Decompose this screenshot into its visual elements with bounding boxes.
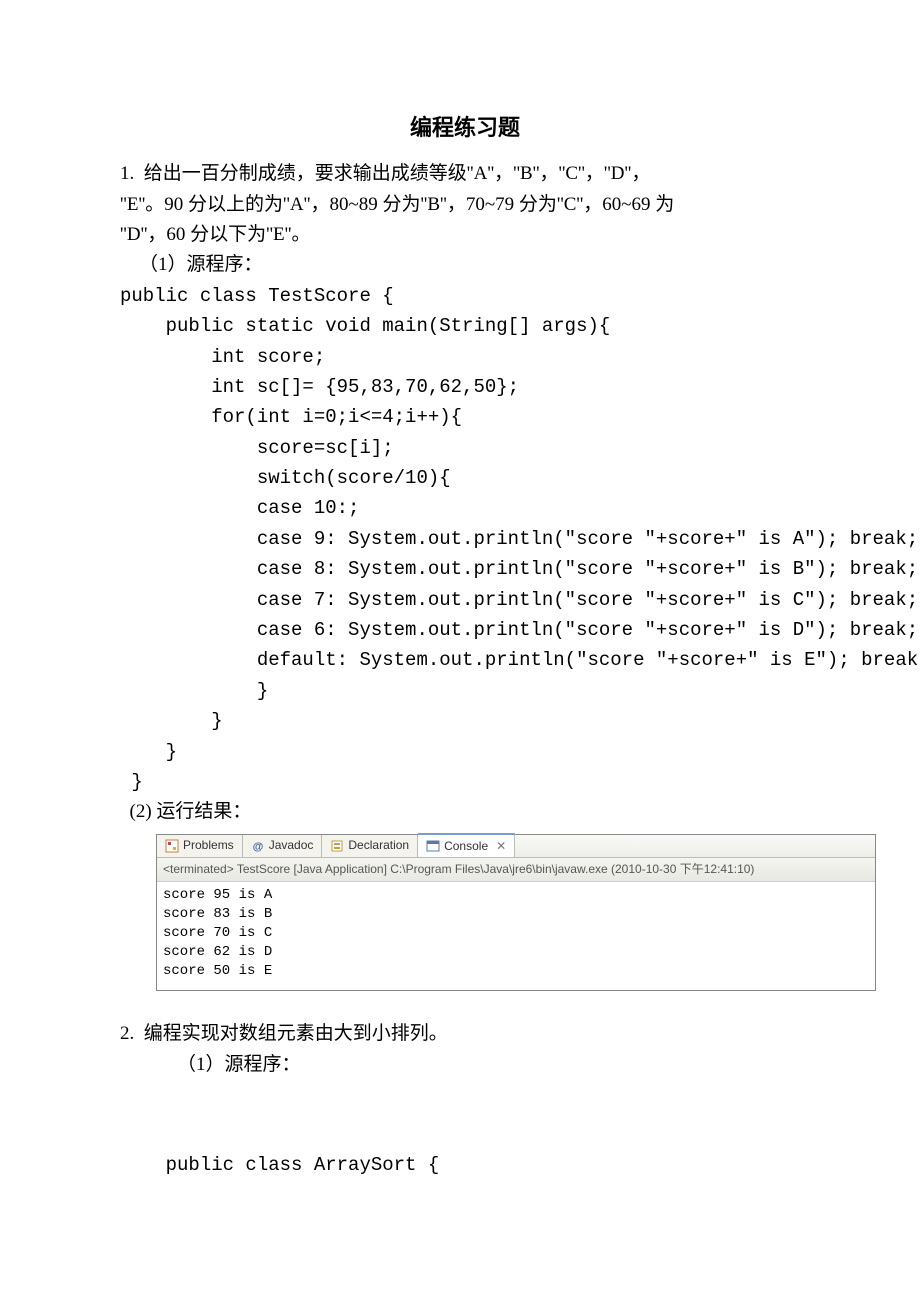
page-title: 编程练习题 <box>120 110 810 145</box>
code-line: int score; <box>120 342 810 372</box>
problems-icon <box>165 839 179 853</box>
console-output: score 95 is A score 83 is B score 70 is … <box>157 882 875 990</box>
ide-tabbar: Problems @ Javadoc Declaration Console ✕ <box>157 835 875 858</box>
tab-label: Problems <box>183 836 234 855</box>
document-page: 编程练习题 1. 给出一百分制成绩，要求输出成绩等级''A''，''B''，''… <box>0 0 920 1302</box>
q1-sub2: (2) 运行结果： <box>120 797 810 827</box>
svg-text:@: @ <box>252 841 263 853</box>
code-line: switch(score/10){ <box>120 463 810 493</box>
close-icon[interactable]: ✕ <box>496 837 506 856</box>
javadoc-icon: @ <box>251 839 265 853</box>
code-line: default: System.out.println("score "+sco… <box>120 645 810 675</box>
code-line: public static void main(String[] args){ <box>120 311 810 341</box>
q1-line1: 1. 给出一百分制成绩，要求输出成绩等级''A''，''B''，''C''，''… <box>120 159 810 189</box>
tab-label: Console <box>444 837 488 856</box>
code-line: public class ArraySort { <box>120 1150 810 1180</box>
code-line: public class TestScore { <box>120 281 810 311</box>
code-line: for(int i=0;i<=4;i++){ <box>120 402 810 432</box>
code-line: case 9: System.out.println("score "+scor… <box>120 524 810 554</box>
tab-label: Declaration <box>348 836 409 855</box>
tab-javadoc[interactable]: @ Javadoc <box>243 835 323 857</box>
declaration-icon <box>330 839 344 853</box>
tab-problems[interactable]: Problems <box>157 835 243 857</box>
q1-sub1: （1）源程序： <box>120 250 810 280</box>
console-terminated-line: <terminated> TestScore [Java Application… <box>157 858 875 882</box>
tab-label: Javadoc <box>269 836 314 855</box>
q1-line3: ''D''，60 分以下为''E''。 <box>120 220 810 250</box>
console-icon <box>426 839 440 853</box>
tab-console[interactable]: Console ✕ <box>418 833 515 857</box>
code-line: } <box>120 676 810 706</box>
code-line: case 6: System.out.println("score "+scor… <box>120 615 810 645</box>
code-line: case 8: System.out.println("score "+scor… <box>120 554 810 584</box>
code-line: } <box>120 737 810 767</box>
ide-console-screenshot: Problems @ Javadoc Declaration Console ✕ <box>156 834 876 992</box>
q1-line2: ''E''。90 分以上的为''A''，80~89 分为''B''，70~79 … <box>120 190 810 220</box>
code-line: } <box>120 706 810 736</box>
code-line: case 7: System.out.println("score "+scor… <box>120 585 810 615</box>
code-line: int sc[]= {95,83,70,62,50}; <box>120 372 810 402</box>
q2-sub1: （1）源程序： <box>120 1050 810 1080</box>
tab-declaration[interactable]: Declaration <box>322 835 418 857</box>
q2-line1: 2. 编程实现对数组元素由大到小排列。 <box>120 1019 810 1049</box>
code-line: score=sc[i]; <box>120 433 810 463</box>
code-line: case 10:; <box>120 493 810 523</box>
code-line: } <box>120 767 810 797</box>
